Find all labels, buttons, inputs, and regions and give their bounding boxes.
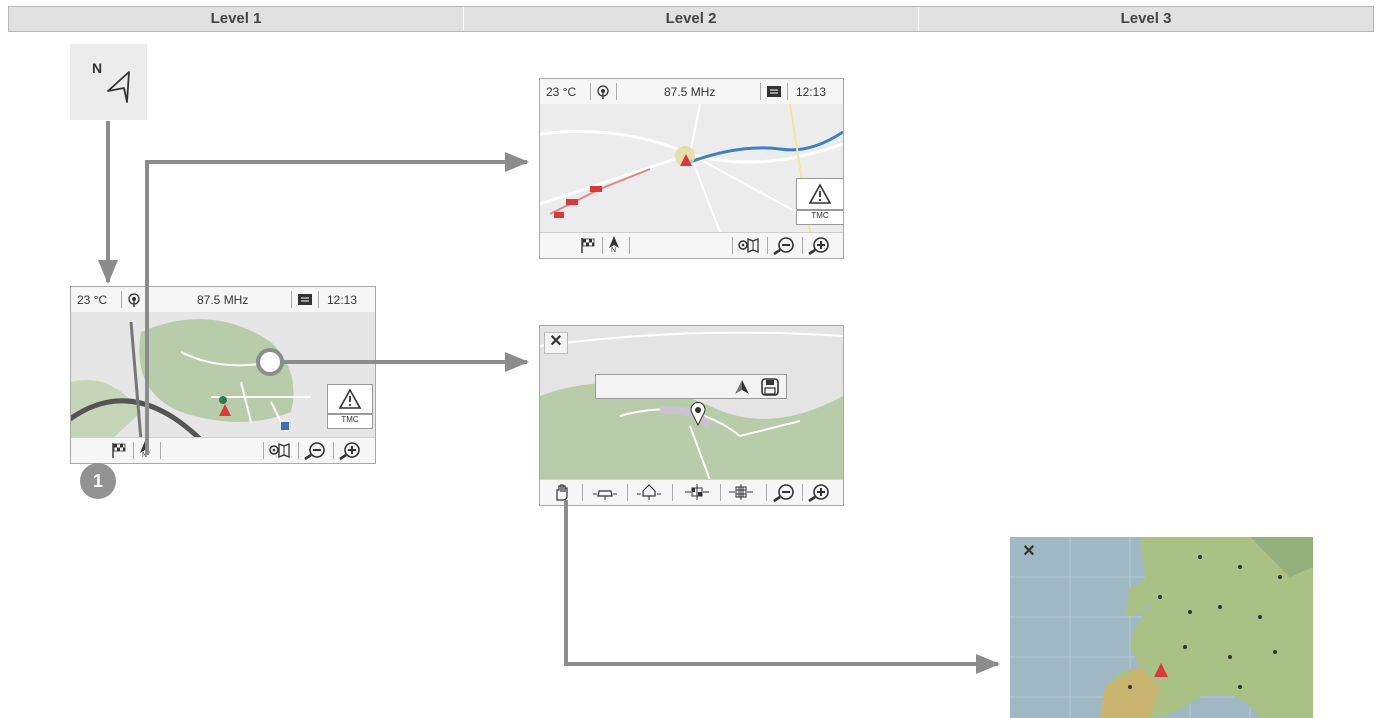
arrow-hand-to-level3 (564, 500, 1000, 674)
arrow-north-to-level2 (145, 152, 529, 455)
cursor-ring (256, 348, 284, 376)
flow-arrows (98, 121, 1000, 674)
